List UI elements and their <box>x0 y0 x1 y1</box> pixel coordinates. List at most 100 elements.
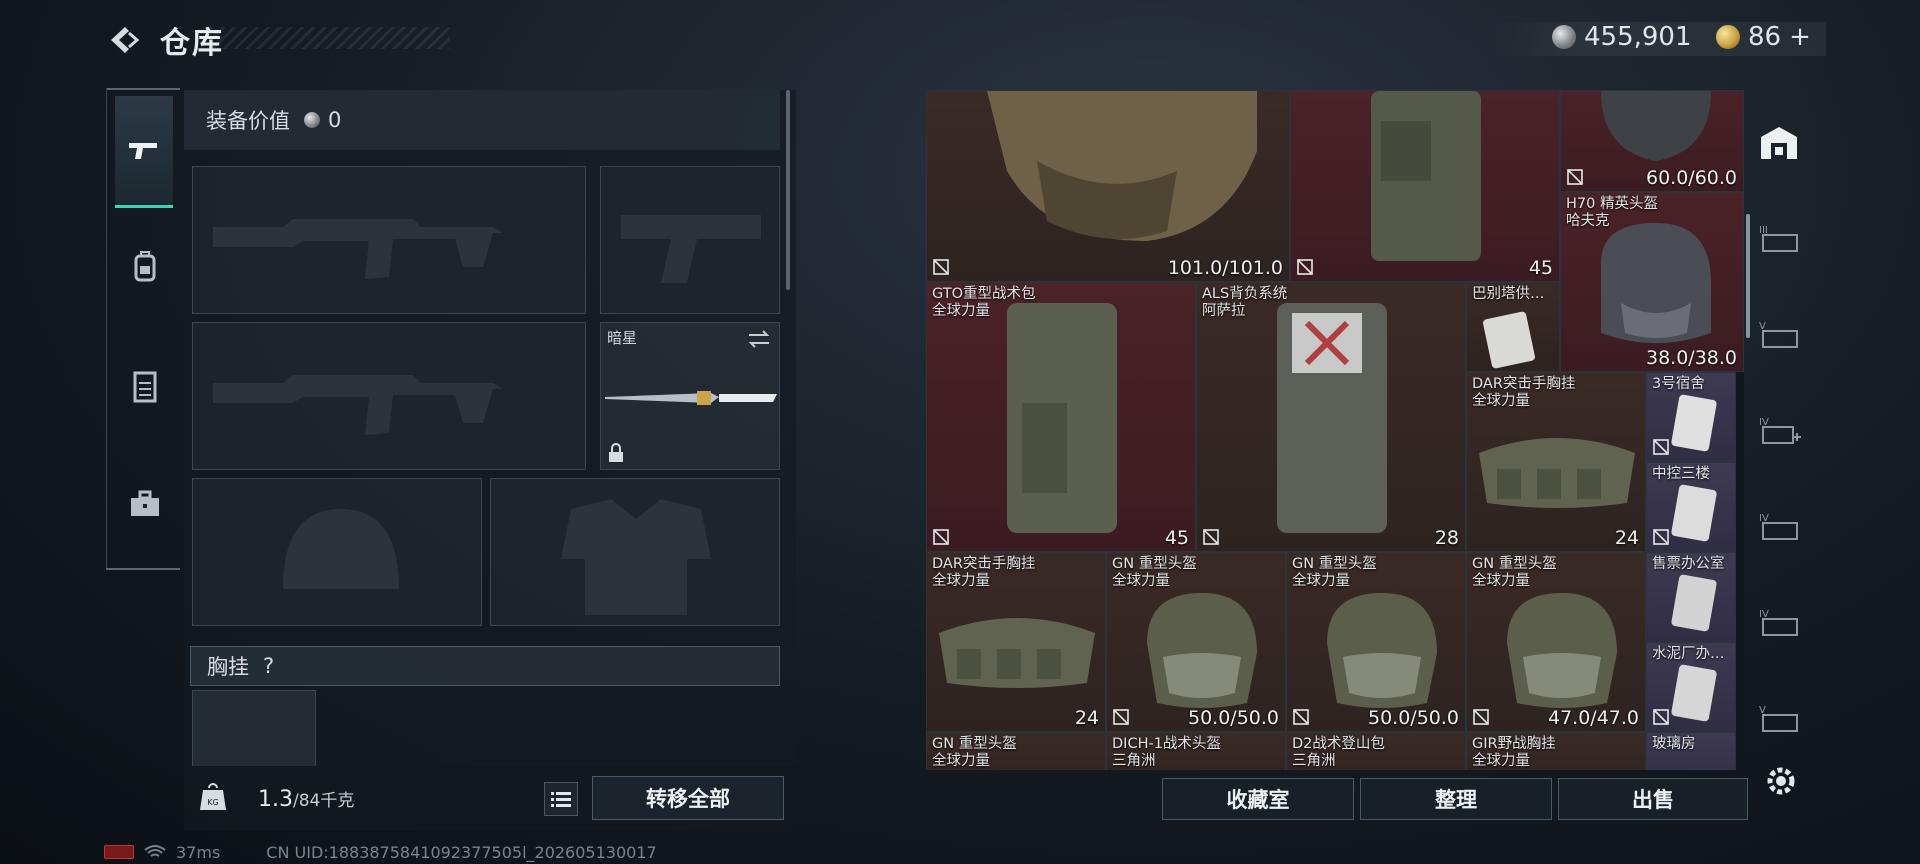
swap-icon[interactable] <box>747 329 771 349</box>
wifi-icon <box>144 845 166 857</box>
warehouse-icon <box>1761 127 1797 159</box>
silver-coin-icon <box>1552 25 1576 49</box>
tab-storage-4-add[interactable]: IV <box>1754 406 1804 456</box>
item-name: 售票办公室 <box>1652 556 1725 572</box>
item-backpack[interactable]: 45 <box>1290 90 1560 282</box>
chest-rig-slot[interactable] <box>192 690 316 770</box>
item-name: ALS背负系统 阿萨拉 <box>1202 286 1288 319</box>
item-h70-helmet[interactable]: H70 精英头盔 哈夫克 38.0/38.0 <box>1560 192 1744 372</box>
tab-weapons[interactable] <box>115 96 173 208</box>
storage-box-icon: IV <box>1759 609 1798 636</box>
item-helmet[interactable]: 60.0/60.0 <box>1560 90 1744 192</box>
item-gto-backpack[interactable]: GTO重型战术包 全球力量 45 <box>926 282 1196 552</box>
item-name: DAR突击手胸挂 全球力量 <box>932 556 1036 589</box>
tab-storage-3[interactable]: III <box>1754 214 1804 264</box>
item-gn-helmet[interactable]: GN 重型头盔 全球力量 47.0/47.0 <box>1466 552 1646 732</box>
item-name: 巴别塔供… <box>1472 286 1545 302</box>
item-gn-helmet[interactable]: GN 重型头盔 全球力量 50.0/50.0 <box>1286 552 1466 732</box>
tab-storage-5b[interactable]: V <box>1754 694 1804 744</box>
list-icon <box>551 792 571 807</box>
tab-backpack[interactable] <box>117 238 173 294</box>
storage-scrollbar[interactable] <box>1746 214 1750 338</box>
transfer-all-button[interactable]: 转移全部 <box>592 776 784 820</box>
lock-icon <box>609 443 623 462</box>
gold-amount: 86 <box>1748 22 1782 52</box>
item-name: 水泥厂办… <box>1652 646 1725 662</box>
item-capacity: 45 <box>1164 527 1189 549</box>
list-view-button[interactable] <box>544 782 578 816</box>
gold-currency[interactable]: 86 + <box>1716 22 1811 52</box>
backpack-icon <box>1371 91 1481 261</box>
item-name: GN 重型头盔 全球力量 <box>1292 556 1377 589</box>
item-cement-plant-key[interactable]: 水泥厂办… <box>1646 642 1736 732</box>
secondary-weapon-slot[interactable] <box>192 322 586 470</box>
chest-rig-label: 胸挂 <box>207 655 249 679</box>
sell-button[interactable]: 出售 <box>1558 778 1748 820</box>
weight-readout: 1.3/84千克 <box>258 786 354 812</box>
item-d2-backpack[interactable]: D2战术登山包 三角洲 <box>1286 732 1466 770</box>
item-name: 玻璃房 <box>1652 736 1696 752</box>
item-babel-tower[interactable]: 巴别塔供… <box>1466 282 1560 372</box>
item-durability: 50.0/50.0 <box>1187 707 1279 729</box>
item-capacity: 28 <box>1434 527 1459 549</box>
item-name: GN 重型头盔 全球力量 <box>932 736 1017 769</box>
collection-room-button[interactable]: 收藏室 <box>1162 778 1354 820</box>
armor-slot[interactable] <box>490 478 780 626</box>
item-gir-chest-rig[interactable]: GIR野战胸挂 全球力量 <box>1466 732 1646 770</box>
back-arrow-icon <box>111 27 140 53</box>
silver-currency: 455,901 <box>1552 22 1692 52</box>
organize-button[interactable]: 整理 <box>1360 778 1552 820</box>
item-dorm-3-key[interactable]: 3号宿舍 <box>1646 372 1736 462</box>
item-name: GN 重型头盔 全球力量 <box>1472 556 1557 589</box>
item-gn-helmet[interactable]: GN 重型头盔 全球力量 <box>926 732 1106 770</box>
back-button[interactable] <box>104 20 144 60</box>
tab-all-storage[interactable] <box>1754 118 1804 168</box>
item-dar-chest-rig[interactable]: DAR突击手胸挂 全球力量 24 <box>926 552 1106 732</box>
user-uid: CN UID:1883875841092377505l_202605130017 <box>266 842 657 862</box>
item-durability: 101.0/101.0 <box>1167 257 1283 279</box>
item-name: 3号宿舍 <box>1652 376 1705 392</box>
item-durability: 38.0/38.0 <box>1645 347 1737 369</box>
primary-weapon-slot[interactable] <box>192 166 586 314</box>
tab-case[interactable] <box>117 476 173 532</box>
equipment-value-bar: 装备价值 0 <box>184 90 780 150</box>
weight-bar: KG 1.3/84千克 转移全部 <box>184 766 796 830</box>
item-capacity: 24 <box>1614 527 1639 549</box>
tab-storage-4[interactable]: IV <box>1754 502 1804 552</box>
weight-icon: KG <box>200 783 226 810</box>
storage-box-icon: III <box>1759 225 1798 252</box>
item-als-backpack[interactable]: ALS背负系统 阿萨拉 28 <box>1196 282 1466 552</box>
item-gn-helmet[interactable]: GN 重型头盔 全球力量 50.0/50.0 <box>1106 552 1286 732</box>
storage-add-icon: IV <box>1759 417 1801 444</box>
storage-box-icon: V <box>1759 705 1798 732</box>
item-durability: 50.0/50.0 <box>1367 707 1459 729</box>
chest-rig-help-button[interactable]: ? <box>263 654 274 678</box>
no-trade-icon <box>1653 709 1669 725</box>
gold-add-button[interactable]: + <box>1789 22 1811 52</box>
sidearm-slot[interactable] <box>600 166 780 314</box>
item-ticket-office-key[interactable]: 售票办公室 <box>1646 552 1736 642</box>
item-control-3f-key[interactable]: 中控三楼 <box>1646 462 1736 552</box>
tab-storage-4b[interactable]: IV <box>1754 598 1804 648</box>
backpack-icon <box>134 251 156 282</box>
tab-chest-rig[interactable] <box>117 358 173 414</box>
item-capacity: 24 <box>1074 707 1099 729</box>
knife-icon <box>605 391 777 405</box>
rifle-silhouette-icon <box>213 219 503 279</box>
melee-slot[interactable]: 暗星 <box>600 322 780 470</box>
item-armor-tan[interactable]: 101.0/101.0 <box>926 90 1290 282</box>
helmet-slot[interactable] <box>192 478 482 626</box>
tab-storage-5[interactable]: V <box>1754 310 1804 360</box>
ping-readout: 37ms <box>176 842 221 862</box>
item-dich-helmet[interactable]: DICH-1战术头盔 三角洲 <box>1106 732 1286 770</box>
equipment-value-label: 装备价值 <box>206 109 290 133</box>
item-name: DICH-1战术头盔 三角洲 <box>1112 736 1221 769</box>
item-dar-chest-rig[interactable]: DAR突击手胸挂 全球力量 24 <box>1466 372 1646 552</box>
item-glass-house-key[interactable]: 玻璃房 <box>1646 732 1736 770</box>
no-trade-icon <box>1567 169 1583 185</box>
loadout-scrollbar[interactable] <box>786 90 790 290</box>
tabs-divider <box>106 568 180 570</box>
silver-coin-icon <box>304 112 320 128</box>
settings-gear-icon[interactable] <box>1762 762 1800 800</box>
weight-current: 1.3 <box>258 787 293 812</box>
